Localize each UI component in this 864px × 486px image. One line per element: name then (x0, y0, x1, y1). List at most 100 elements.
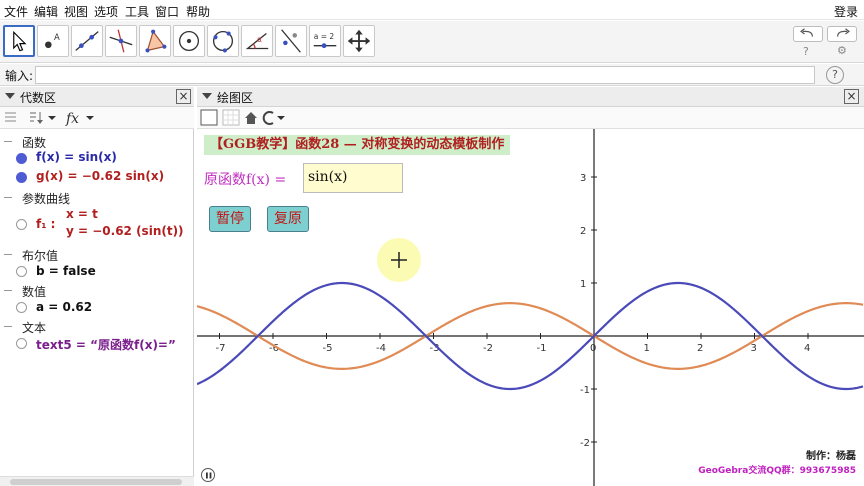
algebra-item-a[interactable]: a = 0.62 (36, 300, 92, 314)
home-icon (245, 112, 257, 124)
command-input[interactable] (35, 66, 815, 84)
algebra-horizontal-scrollbar[interactable] (0, 476, 194, 486)
graphics-close-button[interactable]: × (844, 89, 859, 104)
lesson-title-banner: 【GGB教学】函数28 — 对称变换的动态模板制作 (204, 135, 511, 155)
menu-options[interactable]: 选项 (94, 3, 118, 20)
algebra-panel-title: 代数区 (20, 91, 57, 105)
point-tool-button[interactable]: A (37, 25, 69, 57)
visibility-toggle-a[interactable] (16, 302, 27, 313)
y-tick-label: 2 (580, 226, 586, 237)
x-tick-label: 4 (804, 343, 810, 354)
algebra-panel-header: 代数区 × (0, 87, 194, 107)
animation-pause-icon[interactable] (201, 468, 215, 482)
collapse-triangle-icon[interactable] (202, 93, 212, 99)
svg-text:A: A (54, 32, 60, 42)
x-tick-label: -1 (537, 343, 547, 354)
axes-toggle-icon (200, 109, 218, 126)
algebra-item-f1-x[interactable]: x = t (66, 207, 98, 221)
polygon-tool-button[interactable] (139, 25, 171, 57)
circle-center-tool-button[interactable] (173, 25, 205, 57)
angle-icon: α (245, 32, 269, 50)
arrow-cursor-icon (13, 30, 27, 52)
algebra-item-b[interactable]: b = false (36, 264, 96, 278)
settings-gear-icon[interactable]: ⚙ (837, 44, 847, 57)
svg-text:α: α (257, 35, 262, 44)
axes: -7 -6 -5 -4 -3 -2 -1 0 1 2 3 4321-1-2 (197, 129, 864, 486)
graphics-canvas[interactable]: -7 -6 -5 -4 -3 -2 -1 0 1 2 3 4321-1-2 (197, 129, 864, 486)
graphics-toolbar-icons (200, 109, 285, 126)
slider-icon: a = 2 (313, 32, 337, 49)
visibility-toggle-g[interactable] (16, 172, 27, 183)
x-tick-label: 0 (590, 343, 596, 354)
algebra-toolbar-icons: fx (5, 111, 94, 127)
chevron-down-icon (277, 116, 285, 120)
y-tick-label: -2 (580, 438, 590, 449)
line-tool-button[interactable] (71, 25, 103, 57)
toolbar: A α a = 2 ? ⚙ (0, 21, 864, 63)
circle-three-points-icon (212, 30, 234, 53)
graphics-panel: -7 -6 -5 -4 -3 -2 -1 0 1 2 3 4 3 2 1 -1 -2 【GGB教学】函数28 —… (197, 107, 864, 486)
category-dash (4, 254, 12, 255)
algebra-item-f1-name[interactable]: f₁ : (36, 217, 55, 231)
y-tick-label: 1 (580, 279, 586, 290)
line-icon (75, 31, 99, 51)
x-tick-label: -7 (216, 343, 226, 354)
menu-view[interactable]: 视图 (64, 3, 88, 20)
polygon-icon (145, 29, 167, 53)
circle-center-icon (178, 30, 200, 52)
x-tick-label: -2 (483, 343, 493, 354)
category-param-curves[interactable]: 参数曲线 (22, 190, 70, 207)
visibility-toggle-f1[interactable] (16, 219, 27, 230)
reset-button[interactable]: 复原 (267, 206, 309, 232)
move-graphics-tool-button[interactable] (343, 25, 375, 57)
category-dash (4, 141, 12, 142)
input-label: 输入: (5, 69, 34, 83)
menu-edit[interactable]: 编辑 (34, 3, 58, 20)
algebra-item-g[interactable]: g(x) = −0.62 sin(x) (36, 169, 164, 183)
category-functions[interactable]: 函数 (22, 134, 46, 151)
x-tick-label: 2 (697, 343, 703, 354)
undo-button[interactable] (793, 26, 823, 42)
algebra-item-text5[interactable]: text5 = “原函数f(x)=” (36, 336, 176, 353)
reflect-tool-button[interactable] (275, 25, 307, 57)
slider-tool-button[interactable]: a = 2 (309, 25, 341, 57)
original-function-input[interactable]: sin(x) (303, 163, 403, 193)
help-icon[interactable]: ? (803, 45, 809, 58)
undo-icon (800, 28, 813, 37)
angle-tool-button[interactable]: α (241, 25, 273, 57)
menu-window[interactable]: 窗口 (155, 3, 179, 20)
input-help-icon[interactable]: ? (826, 66, 844, 84)
perpendicular-line-tool-button[interactable] (105, 25, 137, 57)
category-numbers[interactable]: 数值 (22, 283, 46, 300)
chevron-down-icon (86, 116, 94, 120)
redo-button[interactable] (827, 26, 857, 42)
collapse-triangle-icon[interactable] (5, 93, 15, 99)
visibility-toggle-f[interactable] (16, 153, 27, 164)
slider-tool-label: a = 2 (314, 32, 335, 41)
input-bar: 输入: ? (0, 64, 864, 86)
algebra-toolbar: fx (0, 107, 194, 129)
scrollbar-thumb[interactable] (10, 479, 182, 485)
visibility-toggle-text5[interactable] (16, 338, 27, 349)
pause-button[interactable]: 暂停 (209, 206, 251, 232)
visibility-toggle-b[interactable] (16, 266, 27, 277)
algebra-item-f[interactable]: f(x) = sin(x) (36, 150, 117, 164)
menu-file[interactable]: 文件 (4, 3, 28, 20)
fx-icon: fx (65, 111, 79, 127)
reflect-line-icon (281, 29, 301, 53)
graphics-panel-title: 绘图区 (217, 91, 254, 105)
menu-tools[interactable]: 工具 (125, 3, 149, 20)
move-tool-button[interactable] (3, 25, 35, 57)
category-text[interactable]: 文本 (22, 319, 46, 336)
x-tick-label: 1 (644, 343, 650, 354)
point-capture-icon (262, 111, 274, 125)
menu-help[interactable]: 帮助 (186, 3, 210, 20)
circle-three-points-tool-button[interactable] (207, 25, 239, 57)
login-link[interactable]: 登录 (834, 3, 858, 20)
algebra-item-f1-y[interactable]: y = −0.62 (sin(t)) (66, 224, 184, 238)
algebra-close-button[interactable]: × (176, 89, 191, 104)
category-dash (4, 290, 12, 291)
sort-icon (30, 112, 56, 124)
category-booleans[interactable]: 布尔值 (22, 247, 58, 264)
x-tick-label: -5 (323, 343, 333, 354)
